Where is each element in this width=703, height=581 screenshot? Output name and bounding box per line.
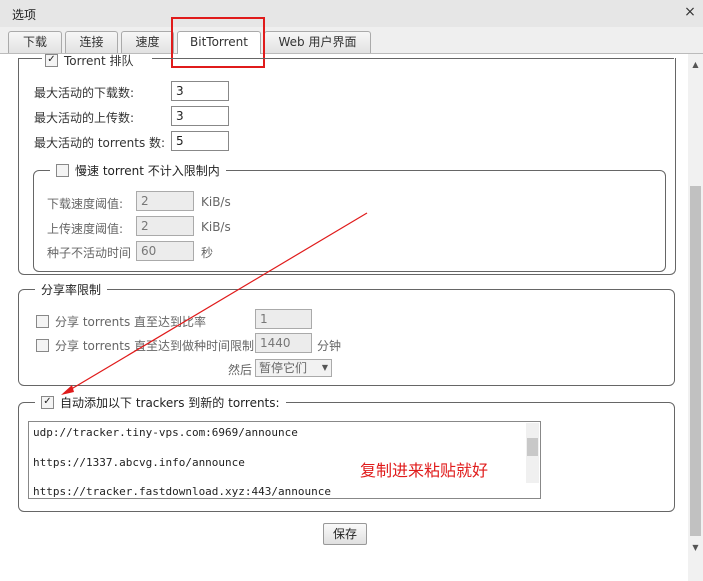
arrow-line [67, 212, 368, 392]
save-button[interactable]: 保存 [323, 523, 367, 545]
arrow-head [61, 385, 74, 395]
arrow-annotation [61, 212, 368, 395]
